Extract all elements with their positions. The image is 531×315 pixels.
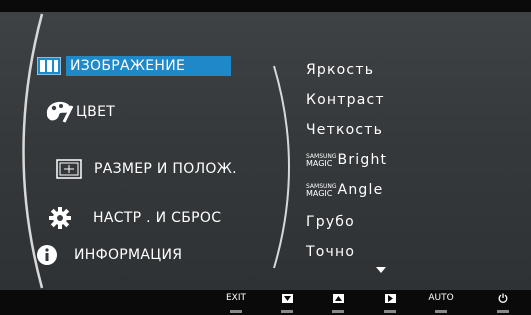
menu-item-label: ИЗОБРАЖЕНИЕ [66,56,232,76]
exit-button[interactable]: EXIT [216,290,256,315]
submenu-contrast[interactable]: Контраст [306,92,385,108]
key-indicator [497,310,509,313]
power-icon [498,293,508,303]
submenu-label: Bright [337,152,388,168]
down-button[interactable] [267,290,307,315]
palette-icon [42,98,76,126]
enter-button[interactable] [370,290,410,315]
submenu-sharpness[interactable]: Четкость [306,122,383,138]
key-indicator [281,310,293,313]
submenu-magic-bright[interactable]: SAMSUNG MAGIC Bright [306,152,387,168]
menu-item-label: РАЗМЕР И ПОЛОЖ. [94,161,237,177]
monitor-screen: ИЗОБРАЖЕНИЕ ЦВЕТ РАЗМЕР И ПОЛОЖ. НАСТР .… [0,0,531,315]
up-arrow-icon [332,293,344,303]
key-indicator [435,310,447,313]
top-bar [0,0,531,12]
submenu-label: Грубо [306,214,355,230]
magic-logo: SAMSUNG MAGIC [306,183,337,198]
submenu-magic-angle[interactable]: SAMSUNG MAGIC Angle [306,182,383,198]
info-icon [30,241,64,269]
auto-label: AUTO [428,293,454,303]
power-button[interactable] [483,290,523,315]
submenu-label: Четкость [306,122,384,138]
magic-logo: SAMSUNG MAGIC [306,153,337,168]
right-arc-decoration [273,65,290,269]
menu-item-color[interactable]: ЦВЕТ [42,98,115,126]
menu-item-size-position[interactable]: РАЗМЕР И ПОЛОЖ. [52,155,237,183]
submenu-fine[interactable]: Точно [306,244,355,260]
submenu-label: Контраст [306,92,385,108]
osd-panel: ИЗОБРАЖЕНИЕ ЦВЕТ РАЗМЕР И ПОЛОЖ. НАСТР .… [0,12,531,290]
menu-item-label: ИНФОРМАЦИЯ [74,247,183,263]
menu-item-setup-reset[interactable]: НАСТР . И СБРОС [43,204,221,232]
key-indicator [230,310,242,313]
gear-icon [43,204,77,232]
menu-item-information[interactable]: ИНФОРМАЦИЯ [30,241,182,269]
menu-item-picture[interactable]: ИЗОБРАЖЕНИЕ [32,52,232,80]
submenu-label: Angle [337,182,384,198]
menu-item-label: НАСТР . И СБРОС [93,210,222,226]
key-indicator [384,310,396,313]
picture-icon [32,52,66,80]
submenu-label: Яркость [306,62,375,78]
submenu-brightness[interactable]: Яркость [306,62,374,78]
scroll-down-icon [376,267,386,273]
submenu-coarse[interactable]: Грубо [306,214,355,230]
submenu-label: Точно [306,244,356,260]
right-arrow-icon [384,293,396,303]
up-button[interactable] [318,290,358,315]
exit-label: EXIT [225,293,246,303]
key-indicator [332,310,344,313]
menu-item-label: ЦВЕТ [76,104,116,120]
down-arrow-icon [281,293,293,303]
size-position-icon [52,155,86,183]
auto-button[interactable]: AUTO [421,290,461,315]
